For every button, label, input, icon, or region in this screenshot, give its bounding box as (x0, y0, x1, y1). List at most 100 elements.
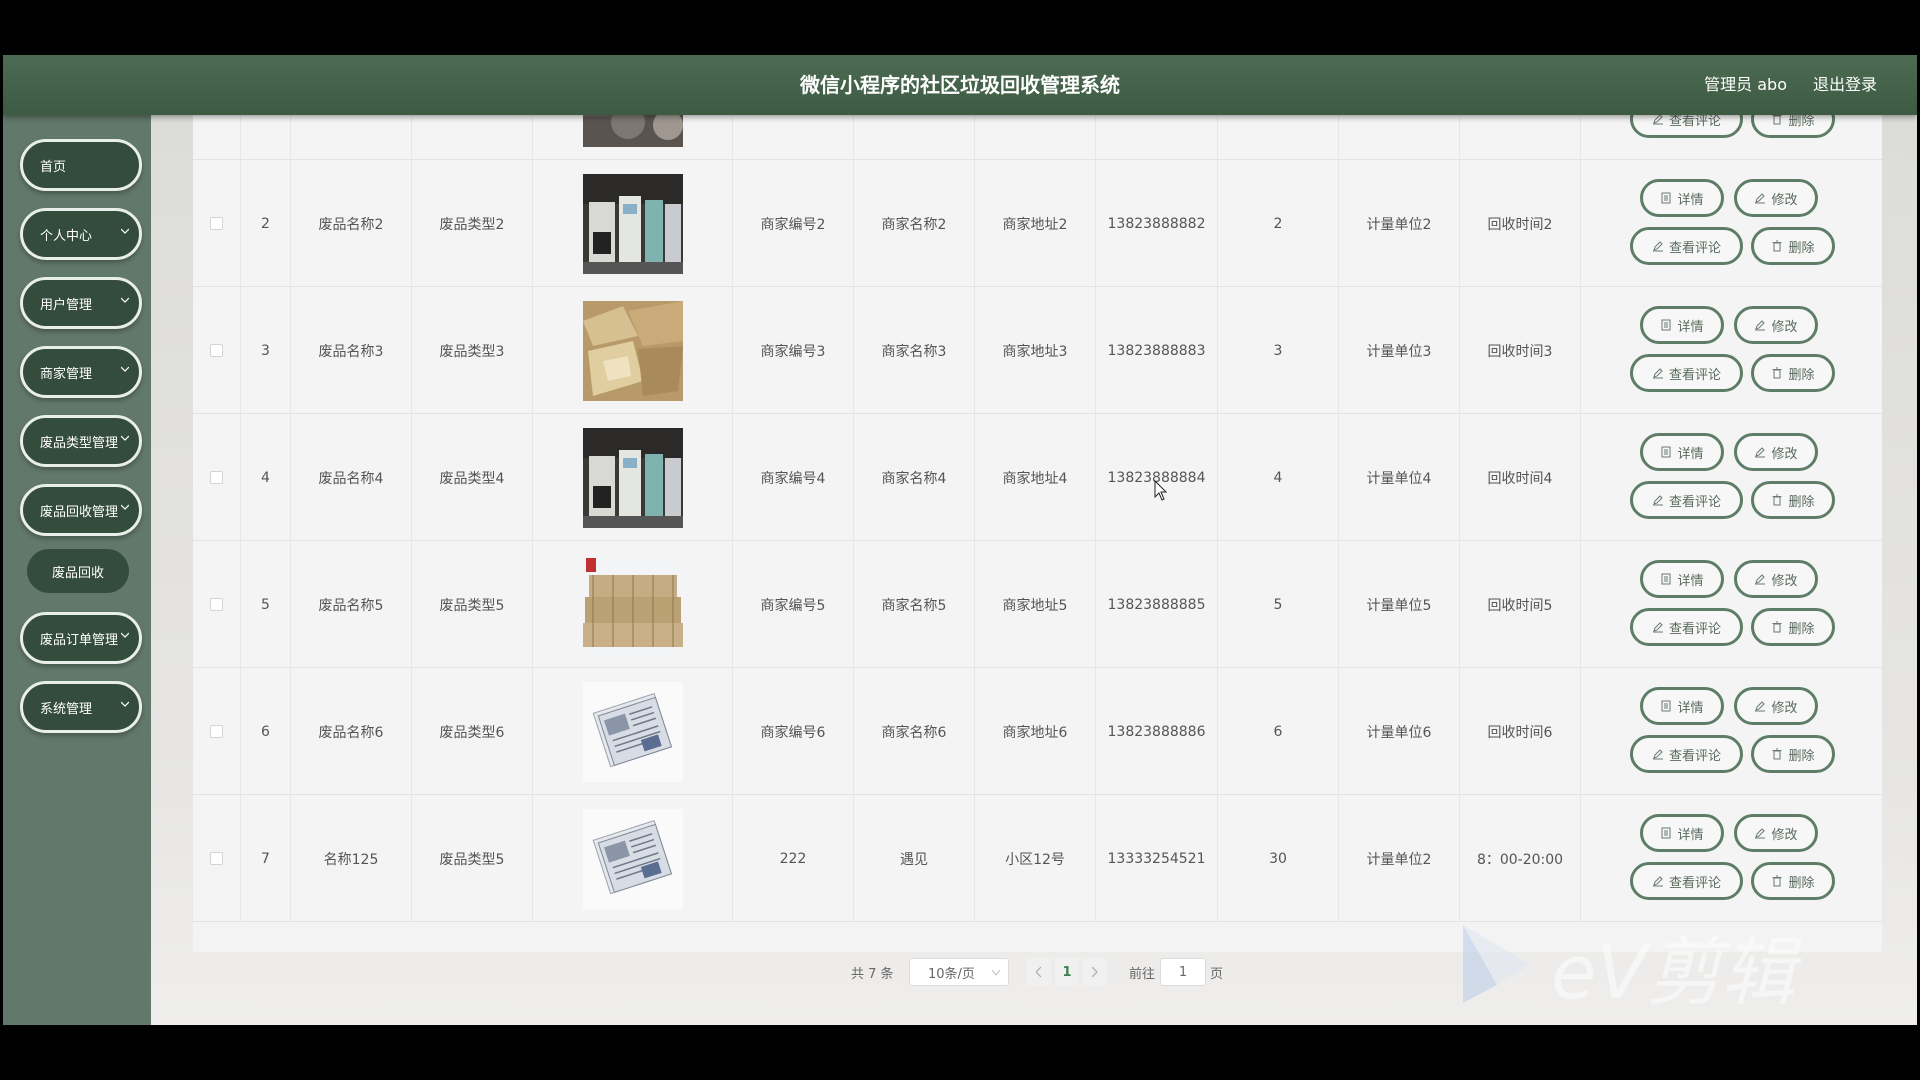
row-checkbox[interactable] (210, 471, 223, 484)
item-thumbnail[interactable] (582, 681, 683, 782)
table-row: 3 废品名称3 废品类型3 商家编号3 商家名称3 商家地址3 13823888883 3 计量… (193, 287, 1882, 414)
sidebar-menu-item[interactable]: 废品订单管理 (20, 612, 142, 664)
detail-button[interactable]: 详情 (1640, 687, 1724, 725)
edit-icon (1652, 495, 1663, 506)
total-count: 共 7 条 (851, 966, 894, 982)
edit-icon (1755, 828, 1766, 839)
detail-button[interactable]: 详情 (1640, 814, 1724, 852)
sidebar-menu-item[interactable]: 商家管理 (20, 346, 142, 398)
edit-button[interactable]: 修改 (1734, 179, 1818, 217)
table-row: 7 名称125 废品类型5 222 遇见 小区12号 13333254521 30 计量单位2 8… (193, 795, 1882, 922)
sidebar-menu-item[interactable]: 个人中心 (20, 208, 142, 260)
chevron-down-icon (121, 435, 129, 441)
item-thumbnail[interactable] (582, 554, 683, 655)
cell-qty: 6 (1218, 668, 1339, 795)
comments-button[interactable]: 查看评论 (1630, 862, 1743, 900)
delete-button[interactable]: 删除 (1751, 354, 1835, 392)
edit-button[interactable]: 修改 (1734, 560, 1818, 598)
row-actions: 详情 修改查看评论 删除 (1581, 160, 1882, 287)
cell-merchant-addr: 小区12号 (975, 795, 1096, 922)
cell-name: 名称125 (291, 795, 412, 922)
sidebar-menu-item[interactable]: 废品回收管理 (20, 484, 142, 536)
cell-time: 回收时间3 (1460, 287, 1581, 414)
item-image-cell (533, 541, 733, 668)
edit-button[interactable]: 修改 (1734, 433, 1818, 471)
detail-button[interactable]: 详情 (1640, 560, 1724, 598)
comments-button[interactable]: 查看评论 (1630, 608, 1743, 646)
edit-button-label: 修改 (1771, 192, 1798, 208)
cell-index: 4 (241, 414, 291, 541)
sidebar-menu-label: 首页 (40, 159, 67, 175)
page-size-select[interactable]: 10条/页 (909, 958, 1009, 986)
sidebar-subitem-recycling[interactable]: 废品回收 (27, 549, 129, 593)
delete-button-label: 删除 (1788, 367, 1815, 383)
delete-button[interactable]: 删除 (1751, 735, 1835, 773)
edit-button[interactable]: 修改 (1734, 687, 1818, 725)
cell-unit: 计量单位1 (1339, 115, 1460, 160)
row-checkbox[interactable] (210, 598, 223, 611)
edit-button[interactable]: 修改 (1734, 814, 1818, 852)
row-checkbox[interactable] (210, 217, 223, 230)
goto-page-input[interactable]: 1 (1160, 958, 1206, 986)
row-checkbox[interactable] (210, 344, 223, 357)
sidebar-menu-item[interactable]: 系统管理 (20, 681, 142, 733)
delete-button[interactable]: 删除 (1751, 115, 1835, 138)
row-checkbox[interactable] (210, 725, 223, 738)
cell-merchant-name: 商家名称6 (854, 668, 975, 795)
cell-name: 废品名称4 (291, 414, 412, 541)
delete-button-label: 删除 (1788, 240, 1815, 256)
cell-index: 7 (241, 795, 291, 922)
sidebar-menu-label: 废品订单管理 (40, 632, 119, 648)
item-thumbnail[interactable] (582, 808, 683, 909)
sidebar-menu-item[interactable]: 首页 (20, 139, 142, 191)
table-row: 1废品名称1废品类型1商家编号1商家名称1商家地址1138238888811计量… (193, 115, 1882, 160)
comments-button[interactable]: 查看评论 (1630, 735, 1743, 773)
delete-button[interactable]: 删除 (1751, 481, 1835, 519)
cell-type: 废品类型5 (412, 795, 533, 922)
edit-button[interactable]: 修改 (1734, 306, 1818, 344)
cell-unit: 计量单位3 (1339, 287, 1460, 414)
cell-merchant-no: 商家编号6 (733, 668, 854, 795)
prev-page-button[interactable] (1027, 958, 1051, 986)
item-thumbnail[interactable] (582, 300, 683, 401)
comments-button[interactable]: 查看评论 (1630, 481, 1743, 519)
document-icon (1661, 446, 1671, 458)
logout-link[interactable]: 退出登录 (1813, 55, 1877, 115)
delete-button[interactable]: 删除 (1751, 227, 1835, 265)
comments-button[interactable]: 查看评论 (1630, 115, 1743, 138)
next-page-button[interactable] (1083, 958, 1107, 986)
item-thumbnail[interactable] (582, 427, 683, 528)
cell-qty: 5 (1218, 541, 1339, 668)
table-row: 5 废品名称5 废品类型5 商家编号5 商家名称5 商家地址5 13823888885 5 计量… (193, 541, 1882, 668)
item-thumbnail[interactable] (582, 173, 683, 274)
delete-button[interactable]: 删除 (1751, 608, 1835, 646)
detail-button-label: 详情 (1677, 827, 1704, 843)
comments-button-label: 查看评论 (1668, 875, 1721, 891)
edit-button-label: 修改 (1771, 446, 1798, 462)
document-icon (1661, 573, 1671, 585)
comments-button[interactable]: 查看评论 (1630, 227, 1743, 265)
edit-icon (1755, 320, 1766, 331)
item-thumbnail[interactable] (582, 115, 683, 147)
detail-button[interactable]: 详情 (1640, 179, 1724, 217)
edit-icon (1652, 368, 1663, 379)
detail-button-label: 详情 (1677, 700, 1704, 716)
chevron-left-icon (1036, 967, 1042, 977)
comments-button-label: 查看评论 (1668, 240, 1721, 256)
delete-button-label: 删除 (1788, 494, 1815, 510)
sidebar-menu-item[interactable]: 废品类型管理 (20, 415, 142, 467)
sidebar-menu-item[interactable]: 用户管理 (20, 277, 142, 329)
detail-button[interactable]: 详情 (1640, 433, 1724, 471)
row-select-cell (193, 414, 241, 541)
chevron-down-icon (121, 504, 129, 510)
comments-button[interactable]: 查看评论 (1630, 354, 1743, 392)
document-icon (1661, 827, 1671, 839)
detail-button[interactable]: 详情 (1640, 306, 1724, 344)
row-checkbox[interactable] (210, 852, 223, 865)
page-number-current[interactable]: 1 (1055, 958, 1079, 986)
chevron-down-icon (121, 228, 129, 234)
edit-icon (1755, 447, 1766, 458)
delete-button-label: 删除 (1788, 875, 1815, 891)
delete-button[interactable]: 删除 (1751, 862, 1835, 900)
edit-icon (1652, 241, 1663, 252)
